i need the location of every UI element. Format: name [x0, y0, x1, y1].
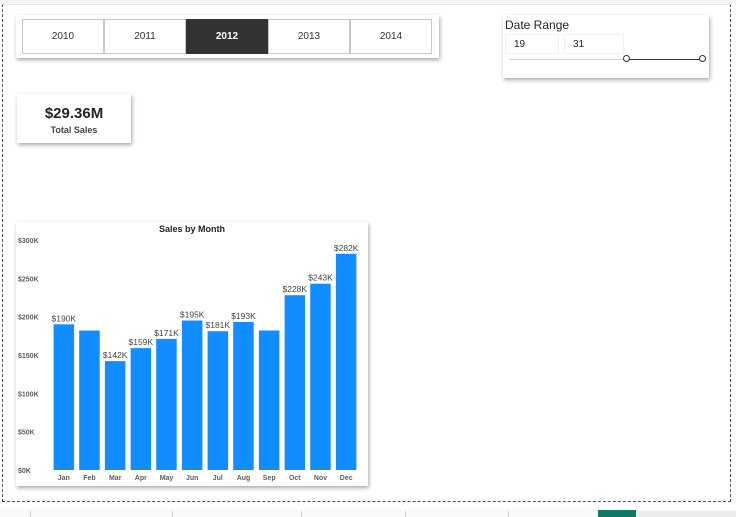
- x-tick-label: Nov: [314, 475, 327, 482]
- total-sales-label: Total Sales: [50, 125, 98, 135]
- bar-oct[interactable]: [284, 295, 306, 470]
- bar-apr[interactable]: [130, 348, 152, 470]
- y-tick-label: $50K: [18, 430, 35, 437]
- bar-jul[interactable]: [207, 331, 229, 470]
- y-tick-label: $0K: [18, 468, 31, 475]
- year-slicer: 2010 2011 2012 2013 2014: [16, 15, 439, 58]
- year-button-2014[interactable]: 2014: [350, 19, 432, 54]
- y-tick-label: $100K: [18, 391, 39, 398]
- date-range-to-input[interactable]: 31: [564, 34, 624, 54]
- sales-by-month-chart: Sales by Month $0K $50K $100K $150K $200K $25…: [16, 222, 368, 486]
- x-tick-label: Sep: [263, 475, 276, 482]
- x-tick-label: Jul: [213, 475, 223, 482]
- bar-dec[interactable]: [335, 253, 357, 470]
- bar-sep[interactable]: [258, 330, 280, 471]
- slider-track-inactive: [509, 59, 627, 60]
- data-label: $228K: [283, 284, 308, 294]
- date-range-title: Date Range: [505, 18, 570, 32]
- x-tick-label: Jun: [186, 475, 198, 482]
- x-tick-label: May: [160, 475, 174, 482]
- y-tick-label: $250K: [18, 276, 39, 283]
- x-tick-label: Aug: [237, 475, 251, 482]
- x-tick-label: Oct: [289, 475, 301, 482]
- total-sales-card: $29.36M Total Sales: [17, 94, 131, 143]
- data-label: $142K: [103, 350, 128, 360]
- chart-title: Sales by Month: [159, 224, 225, 234]
- tab-separator: [301, 511, 302, 517]
- year-button-2013[interactable]: 2013: [268, 19, 350, 54]
- y-tick-label: $300K: [18, 238, 39, 245]
- data-label: $190K: [52, 313, 77, 323]
- bar-jun[interactable]: [181, 320, 203, 471]
- chart-svg: Sales by Month $0K $50K $100K $150K $200K $25…: [18, 224, 359, 482]
- bar-mar[interactable]: [104, 361, 126, 470]
- slider-start-handle[interactable]: [623, 55, 630, 62]
- y-tick-label: $150K: [18, 353, 39, 360]
- data-label: $159K: [129, 337, 154, 347]
- year-button-2011[interactable]: 2011: [104, 19, 186, 54]
- slider-track[interactable]: [627, 59, 703, 60]
- tab-separator: [508, 511, 509, 517]
- date-range-slicer: Date Range 19 31: [503, 15, 709, 78]
- date-range-from-input[interactable]: 19: [505, 34, 559, 54]
- active-page-tab[interactable]: [598, 510, 636, 517]
- top-strip: [0, 0, 736, 3]
- x-tick-label: Feb: [83, 475, 95, 482]
- bar-feb[interactable]: [79, 330, 100, 471]
- data-label: $181K: [206, 320, 231, 330]
- x-tick-label: Mar: [109, 475, 122, 482]
- data-label: $193K: [231, 311, 256, 321]
- year-button-2012[interactable]: 2012: [186, 19, 268, 54]
- y-tick-label: $200K: [18, 315, 39, 322]
- x-tick-label: Apr: [135, 475, 147, 482]
- slider-end-handle[interactable]: [699, 55, 706, 62]
- bar-aug[interactable]: [233, 322, 254, 470]
- tab-separator: [30, 511, 31, 517]
- x-tick-label: Jan: [58, 475, 70, 482]
- bar-may[interactable]: [156, 338, 177, 470]
- data-label: $243K: [308, 273, 333, 283]
- bar-nov[interactable]: [310, 283, 331, 470]
- tab-separator: [405, 511, 406, 517]
- page-tab[interactable]: [636, 511, 736, 517]
- data-label: $195K: [180, 310, 205, 320]
- data-label: $282K: [334, 243, 359, 253]
- total-sales-value: $29.36M: [44, 105, 104, 122]
- tab-separator: [172, 511, 173, 517]
- bar-jan[interactable]: [53, 324, 75, 470]
- data-label: $171K: [154, 328, 179, 338]
- year-button-2010[interactable]: 2010: [22, 19, 104, 54]
- x-tick-label: Dec: [340, 475, 353, 482]
